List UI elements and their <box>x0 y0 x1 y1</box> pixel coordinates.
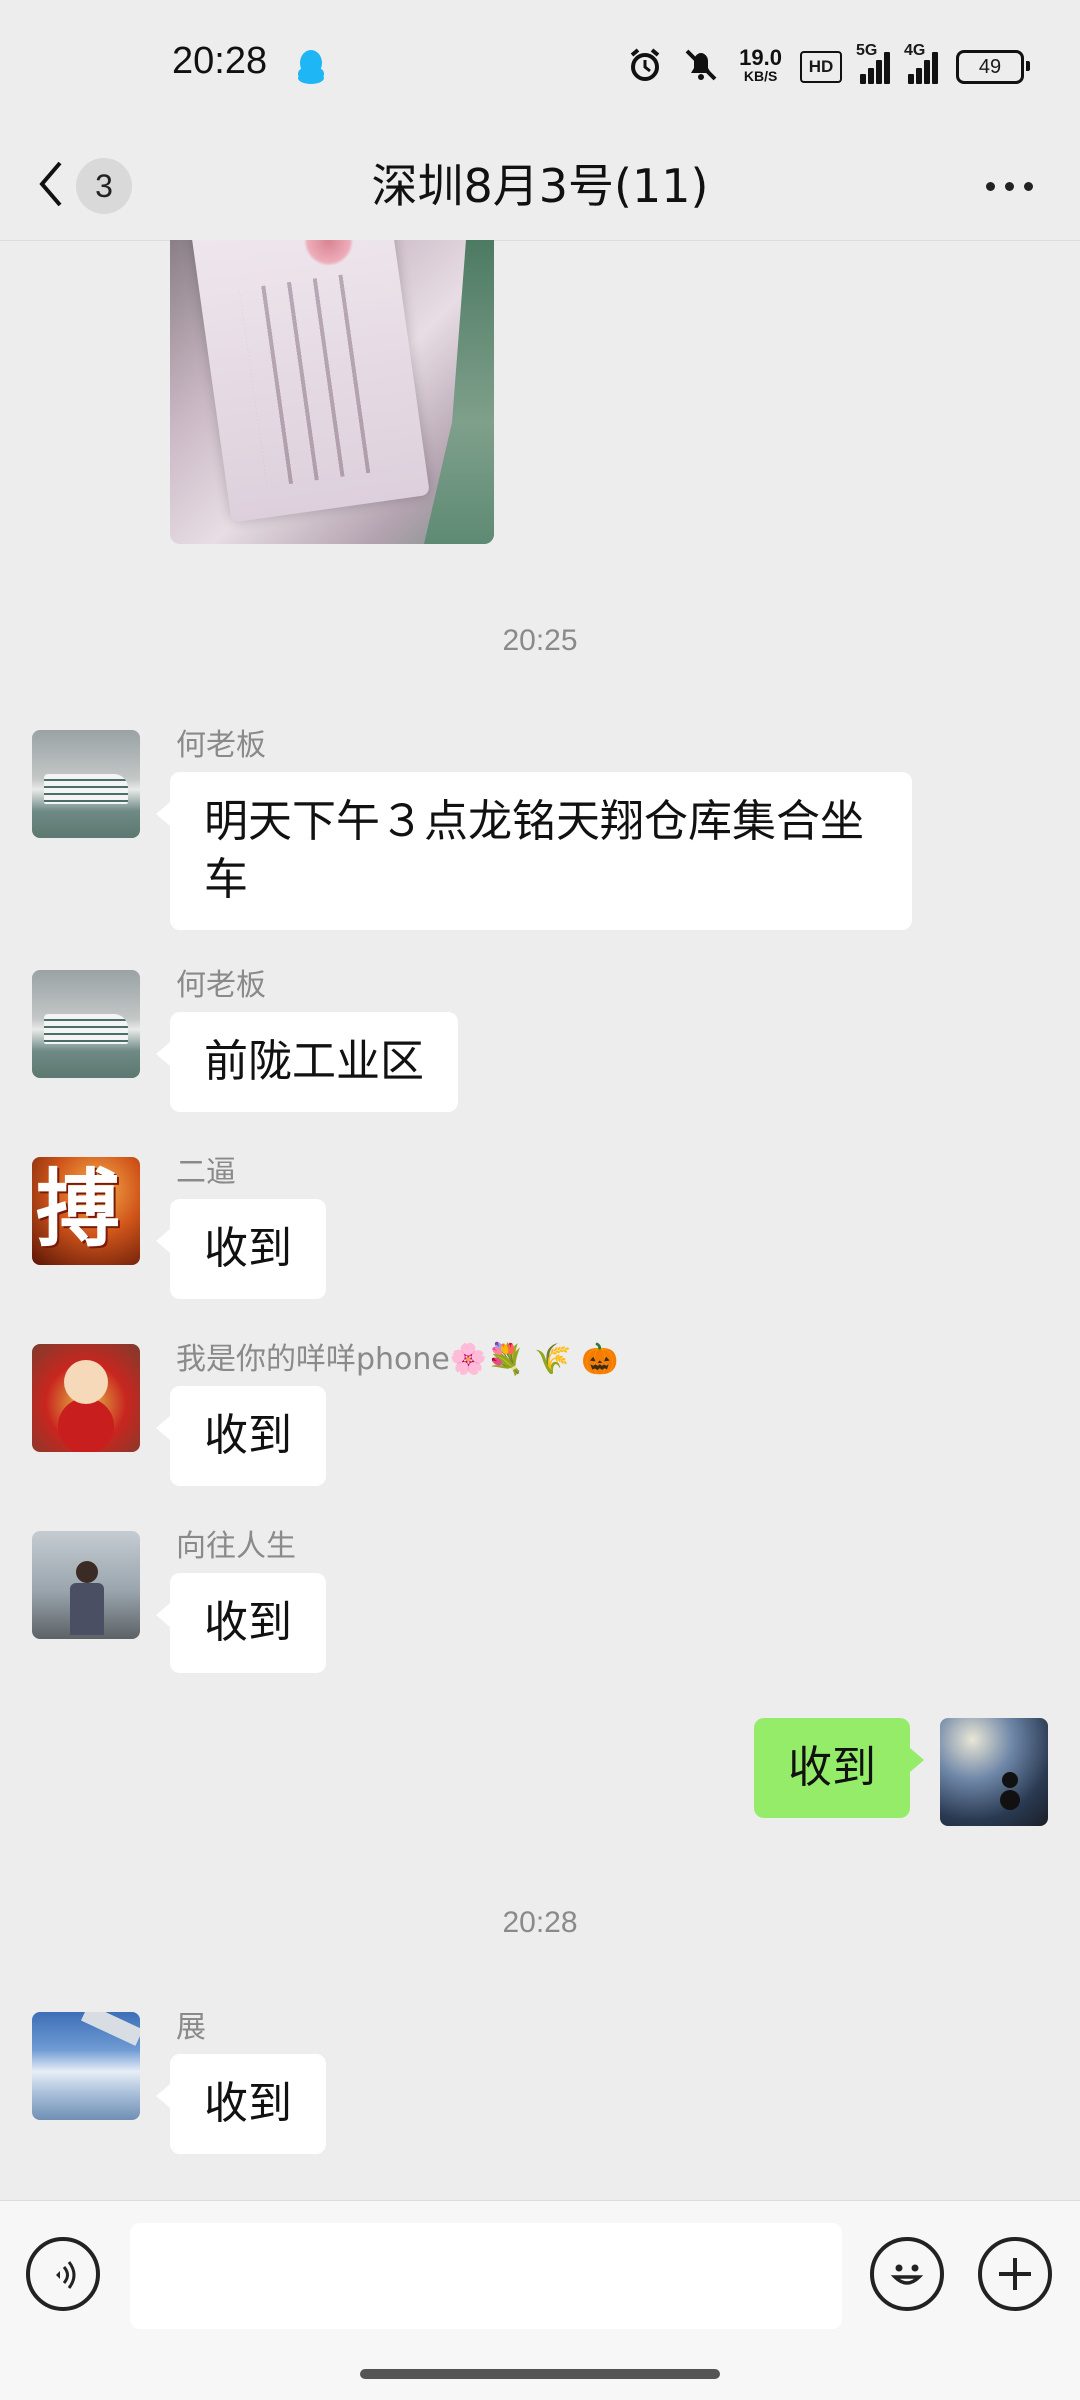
status-bar: 20:28 19.0 KB/S HD 5G 4G 49 <box>0 0 1080 132</box>
signal-5g-label: 5G <box>856 42 878 59</box>
status-icons: 19.0 KB/S HD 5G 4G 49 <box>627 42 1030 92</box>
chat-header: 3 深圳8月3号(11) <box>0 132 1080 241</box>
battery-icon: 49 <box>956 50 1030 84</box>
message-list[interactable]: 20:25 何老板 明天下午３点龙铭天翔仓库集合坐车 何老板 前陇工业区 二逼 … <box>0 240 1080 2200</box>
message-input[interactable] <box>130 2223 842 2329</box>
more-dot <box>1023 181 1033 191</box>
message-bubble[interactable]: 收到 <box>156 1199 326 1299</box>
image-message[interactable] <box>170 240 494 544</box>
message-bubble[interactable]: 前陇工业区 <box>156 1012 458 1112</box>
plus-icon <box>997 2256 1033 2296</box>
id-card-image <box>190 240 430 523</box>
avatar[interactable] <box>32 1157 140 1265</box>
voice-icon <box>44 2255 84 2299</box>
time-divider: 20:25 <box>502 624 578 657</box>
sender-name: 我是你的咩咩phone🌸💐 🌾 🎃 <box>176 1342 619 1377</box>
signal-4g-icon: 4G <box>904 42 938 84</box>
card-text-lines <box>239 272 387 488</box>
avatar[interactable] <box>32 1531 140 1639</box>
more-dot <box>985 181 995 191</box>
net-speed: 19.0 KB/S <box>739 45 782 85</box>
avatar[interactable] <box>32 970 140 1078</box>
alarm-icon <box>627 47 663 87</box>
sender-name: 何老板 <box>176 968 266 1003</box>
seal-graphic <box>300 240 357 270</box>
sender-name: 何老板 <box>176 728 266 763</box>
voice-input-button[interactable] <box>26 2237 100 2311</box>
time-divider: 20:28 <box>502 1906 578 1939</box>
background-graphic <box>424 240 494 544</box>
qq-icon <box>296 48 326 90</box>
avatar[interactable] <box>32 2012 140 2120</box>
sender-name: 二逼 <box>176 1155 236 1190</box>
own-avatar[interactable] <box>940 1718 1048 1826</box>
chat-screen: 20:28 19.0 KB/S HD 5G 4G 49 3 深圳8月3号(11)… <box>0 0 1080 2400</box>
sender-name: 展 <box>176 2010 206 2045</box>
home-indicator[interactable] <box>360 2369 720 2379</box>
input-bar <box>0 2200 1080 2400</box>
net-speed-unit: KB/S <box>743 68 778 84</box>
more-options-button[interactable] <box>974 154 1044 218</box>
net-speed-value: 19.0 <box>739 45 782 70</box>
message-bubble[interactable]: 明天下午３点龙铭天翔仓库集合坐车 <box>156 772 912 930</box>
sender-name: 向往人生 <box>176 1529 296 1564</box>
smiley-icon <box>884 2251 930 2301</box>
more-dot <box>1004 181 1014 191</box>
status-time: 20:28 <box>172 40 268 82</box>
signal-5g-icon: 5G <box>856 42 890 84</box>
avatar[interactable] <box>32 1344 140 1452</box>
own-message-bubble[interactable]: 收到 <box>754 1718 924 1818</box>
emoji-button[interactable] <box>870 2237 944 2311</box>
avatar[interactable] <box>32 730 140 838</box>
signal-4g-label: 4G <box>904 42 926 59</box>
chat-title: 深圳8月3号(11) <box>371 159 709 213</box>
message-bubble[interactable]: 收到 <box>156 1386 326 1486</box>
hd-icon: HD <box>800 51 842 83</box>
mute-icon <box>681 47 721 87</box>
message-bubble[interactable]: 收到 <box>156 2054 326 2154</box>
more-functions-button[interactable] <box>978 2237 1052 2311</box>
message-bubble[interactable]: 收到 <box>156 1573 326 1673</box>
